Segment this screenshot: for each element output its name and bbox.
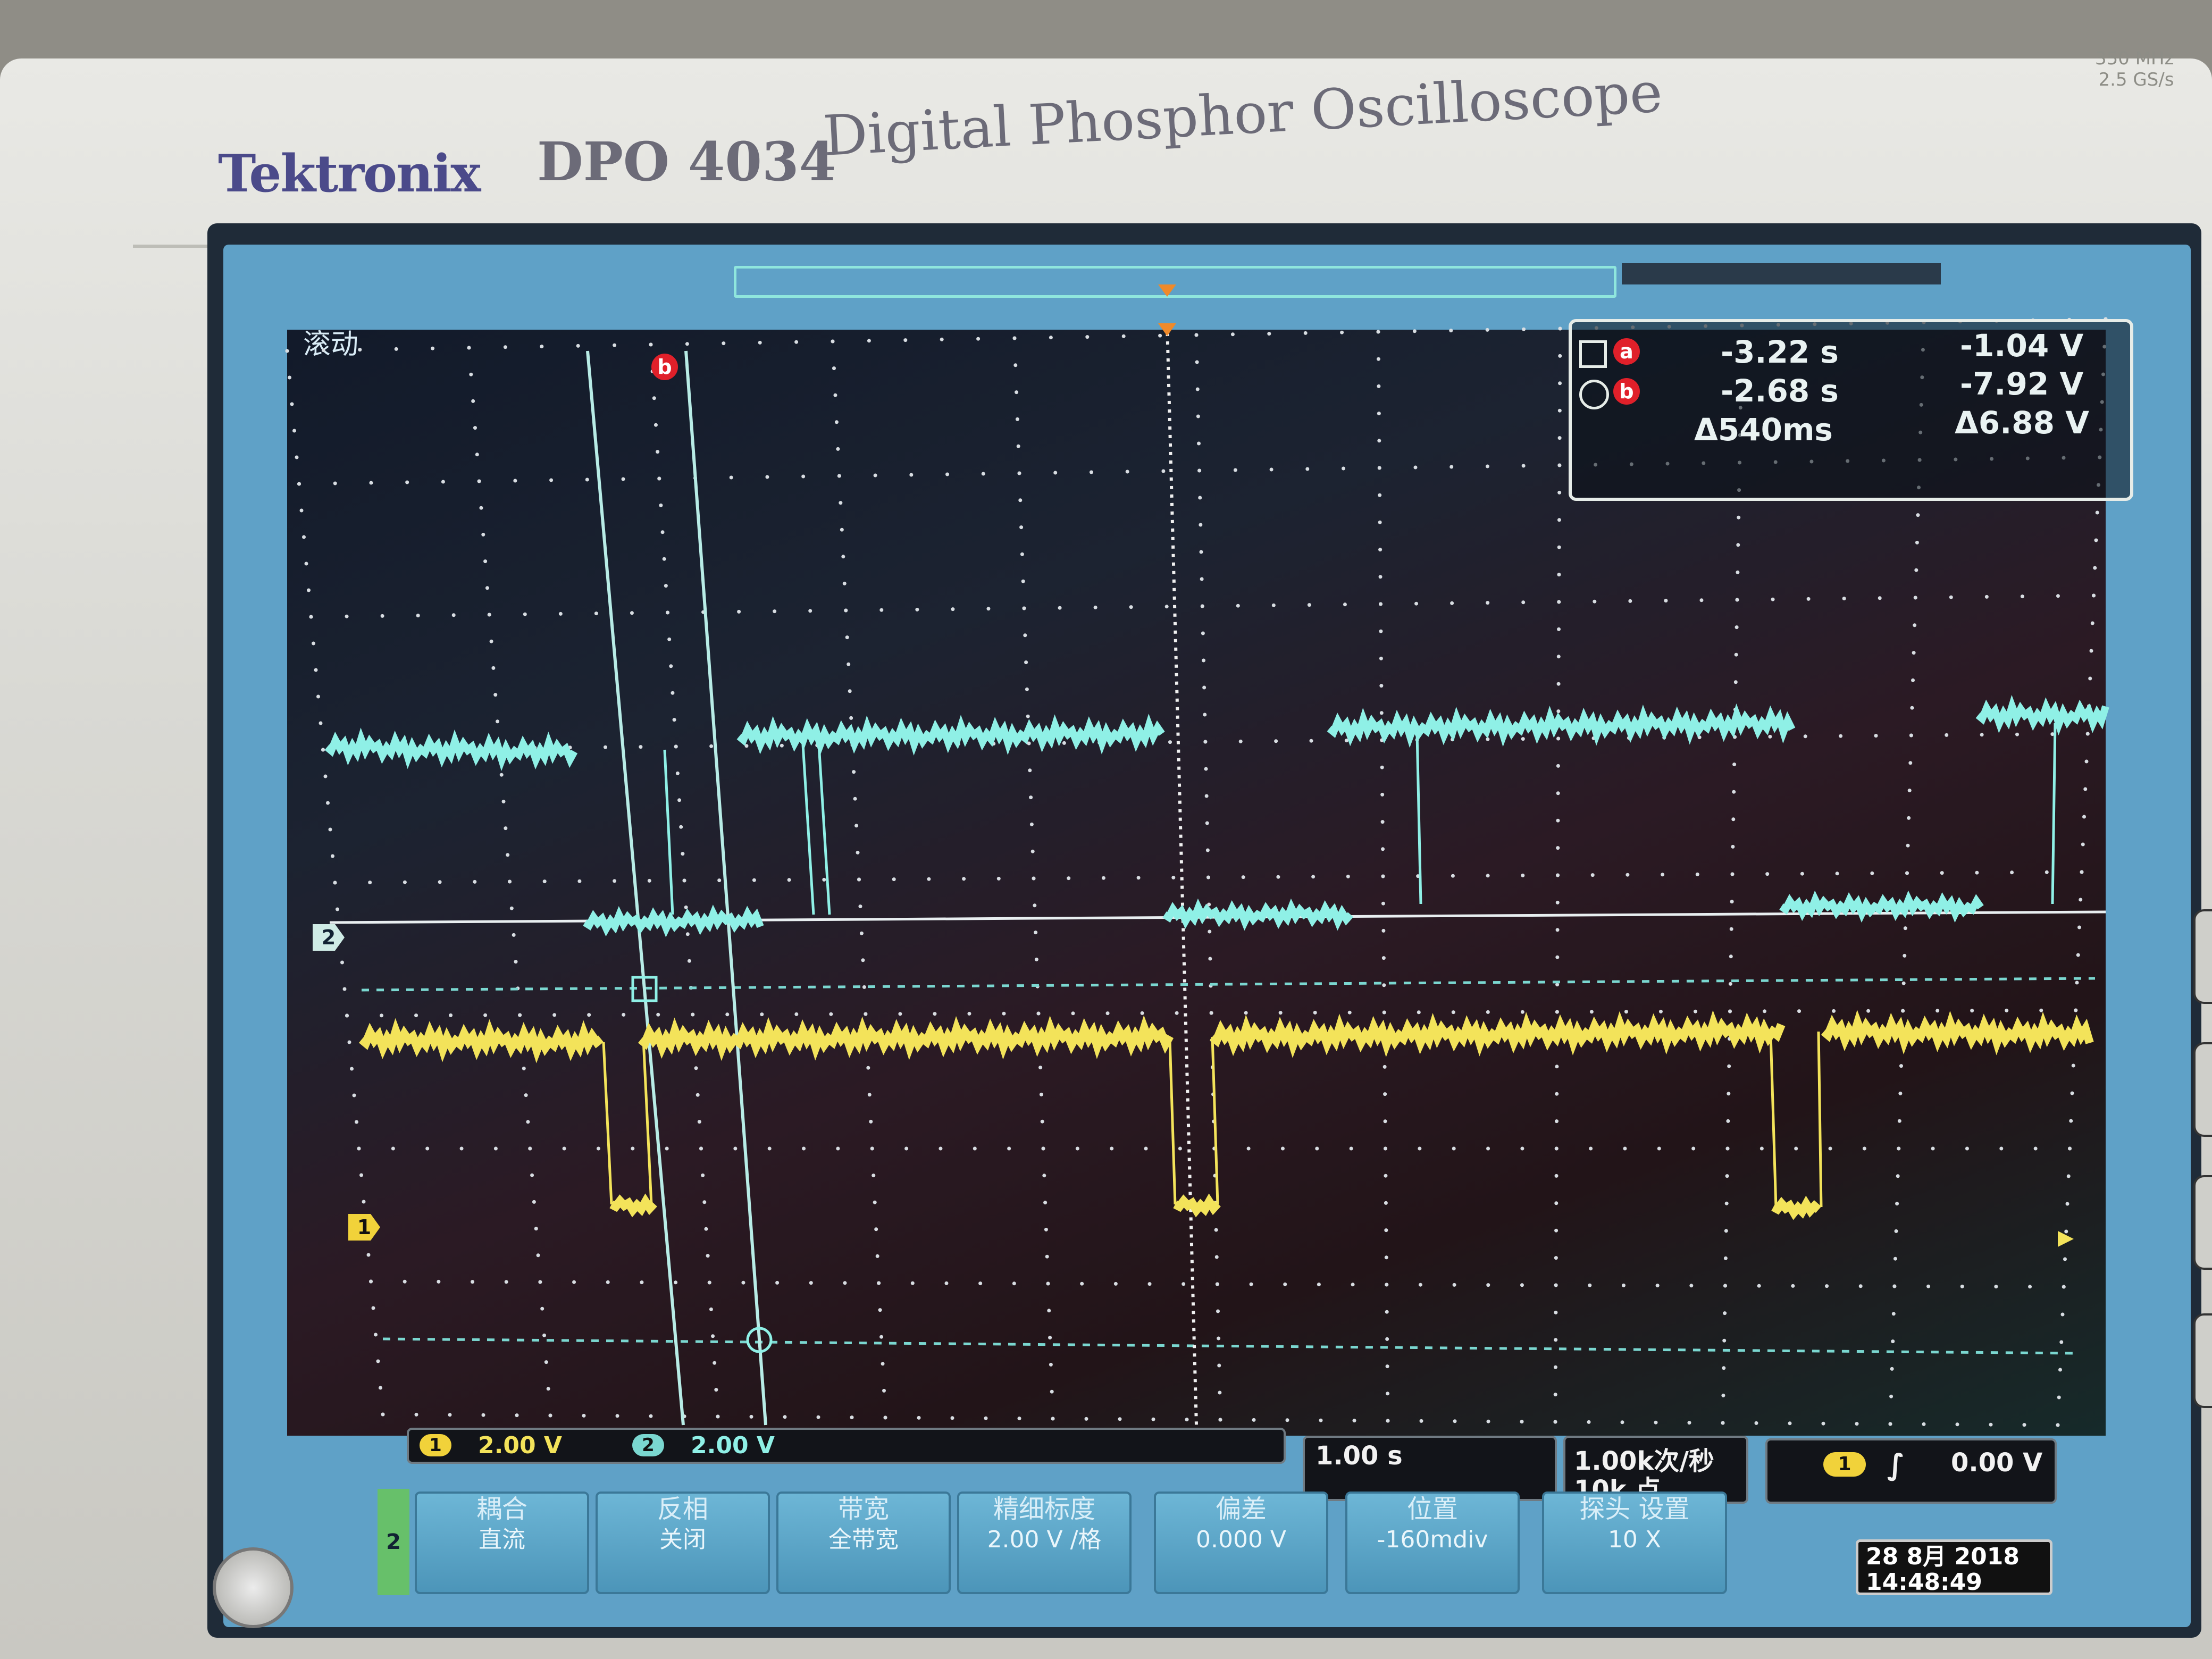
ch2-edge	[1415, 733, 1422, 904]
circle-cursor-icon	[1579, 380, 1609, 409]
side-button-4[interactable]	[2193, 1313, 2212, 1408]
menu-offset-value: 0.000 V	[1195, 1526, 1287, 1553]
delta-voltage: Δ6.88 V	[1955, 405, 2090, 441]
side-button-1[interactable]	[2193, 909, 2212, 1004]
menu-offset-button[interactable]: 偏差 0.000 V	[1154, 1492, 1328, 1594]
ch1-low-segment	[1771, 1195, 1822, 1220]
side-button-2[interactable]	[2193, 1042, 2212, 1137]
ch2-scale[interactable]: 2.00 V	[691, 1432, 775, 1459]
time-text: 14:48:49	[1866, 1569, 1982, 1596]
menu-coupling-button[interactable]: 耦合 直流	[415, 1492, 589, 1594]
menu-position-value: -160mdiv	[1377, 1526, 1488, 1553]
menu-bandwidth-label: 带宽	[837, 1494, 889, 1524]
cursor-a-vertical	[586, 350, 685, 1426]
ch2-edge	[801, 744, 815, 915]
ch2-high-segment	[324, 727, 578, 772]
ch1-edge	[1769, 1034, 1778, 1208]
timebase-value: 1.00 s	[1316, 1441, 1403, 1471]
cursor-b-time: -2.68 s	[1721, 373, 1839, 409]
date-time-display: 28 8月 2018 14:48:49	[1856, 1539, 2052, 1595]
power-knob[interactable]	[213, 1547, 294, 1628]
menu-probe-setup-button[interactable]: 探头 设置 10 X	[1542, 1492, 1727, 1594]
menu-coupling-value: 直流	[479, 1526, 525, 1553]
cursor-b-top-marker: b	[651, 354, 678, 380]
ch2-low-segment	[583, 904, 764, 937]
cursor-b-horizontal	[382, 1337, 2074, 1355]
side-button-3[interactable]	[2193, 1175, 2212, 1270]
cursor-a-time: -3.22 s	[1721, 334, 1839, 370]
menu-position-button[interactable]: 位置 -160mdiv	[1345, 1492, 1520, 1594]
ch2-high-segment	[1975, 694, 2109, 736]
menu-invert-label: 反相	[657, 1494, 708, 1524]
cursor-b-vertical	[684, 350, 767, 1426]
trigger-source-badge: 1	[1823, 1452, 1866, 1477]
ch1-low-segment	[609, 1193, 657, 1218]
trigger-slope-icon: ∫	[1887, 1448, 1905, 1481]
menu-channel-tab: 2	[378, 1489, 409, 1595]
ch2-high-segment	[736, 714, 1165, 756]
trigger-level-arrow	[2058, 1231, 2074, 1247]
delta-time: Δ540ms	[1694, 412, 1833, 448]
center-time-axis	[1166, 324, 1198, 1426]
menu-fine-scale-value: 2.00 V /格	[987, 1526, 1102, 1553]
ch2-waveform	[324, 694, 2109, 937]
menu-invert-value: 关闭	[659, 1526, 706, 1553]
menu-invert-button[interactable]: 反相 关闭	[596, 1492, 770, 1594]
ch2-edge	[2051, 723, 2057, 904]
ch1-high-segment	[1209, 1010, 1786, 1058]
ch1-low-segment	[1173, 1193, 1221, 1218]
ch1-edge	[602, 1042, 613, 1205]
waveform-display	[285, 284, 2109, 1427]
menu-fine-scale-label: 精细标度	[993, 1494, 1095, 1524]
trigger-box[interactable]: 1 ∫ 0.00 V	[1765, 1438, 2057, 1504]
ch2-edge	[817, 744, 831, 915]
cursor-b-voltage: -7.92 V	[1960, 366, 2084, 402]
menu-bandwidth-value: 全带宽	[828, 1526, 899, 1553]
menu-offset-label: 偏差	[1215, 1494, 1267, 1524]
cursor-a-voltage: -1.04 V	[1960, 328, 2084, 364]
menu-position-label: 位置	[1406, 1494, 1458, 1524]
channel-scale-bar: 1 2.00 V 2 2.00 V	[407, 1428, 1286, 1464]
ch2-low-segment	[1162, 898, 1354, 931]
ch1-badge: 1	[420, 1434, 451, 1456]
ch2-edge	[663, 749, 674, 915]
ch1-waveform	[358, 1010, 2094, 1220]
ch1-high-segment	[1821, 1010, 2094, 1055]
cursor-b-badge: b	[1613, 378, 1640, 405]
ch1-edge	[1168, 1039, 1177, 1205]
ch1-scale[interactable]: 2.00 V	[478, 1432, 562, 1459]
square-cursor-icon	[1579, 340, 1607, 368]
ch2-high-segment	[1327, 703, 1796, 748]
menu-bandwidth-button[interactable]: 带宽 全带宽	[776, 1492, 951, 1594]
menu-probe-setup-label: 探头 设置	[1579, 1494, 1690, 1524]
ch2-badge: 2	[632, 1434, 664, 1456]
menu-fine-scale-button[interactable]: 精细标度 2.00 V /格	[957, 1492, 1132, 1594]
ch1-high-segment	[638, 1015, 1174, 1061]
cursor-a-horizontal	[361, 977, 2096, 992]
cursor-a-badge: a	[1613, 338, 1640, 365]
cursor-readout-panel: a b -3.22 s -1.04 V -2.68 s -7.92 V Δ540…	[1569, 319, 2133, 501]
trigger-position-marker	[1158, 284, 1176, 297]
menu-coupling-label: 耦合	[476, 1494, 527, 1524]
ch1-edge	[1817, 1031, 1823, 1208]
trigger-level: 0.00 V	[1951, 1448, 2043, 1478]
menu-probe-setup-value: 10 X	[1607, 1526, 1662, 1553]
ch1-high-segment	[358, 1018, 604, 1063]
ch2-low-segment	[1779, 890, 1984, 923]
date-text: 28 8月 2018	[1866, 1543, 2020, 1570]
